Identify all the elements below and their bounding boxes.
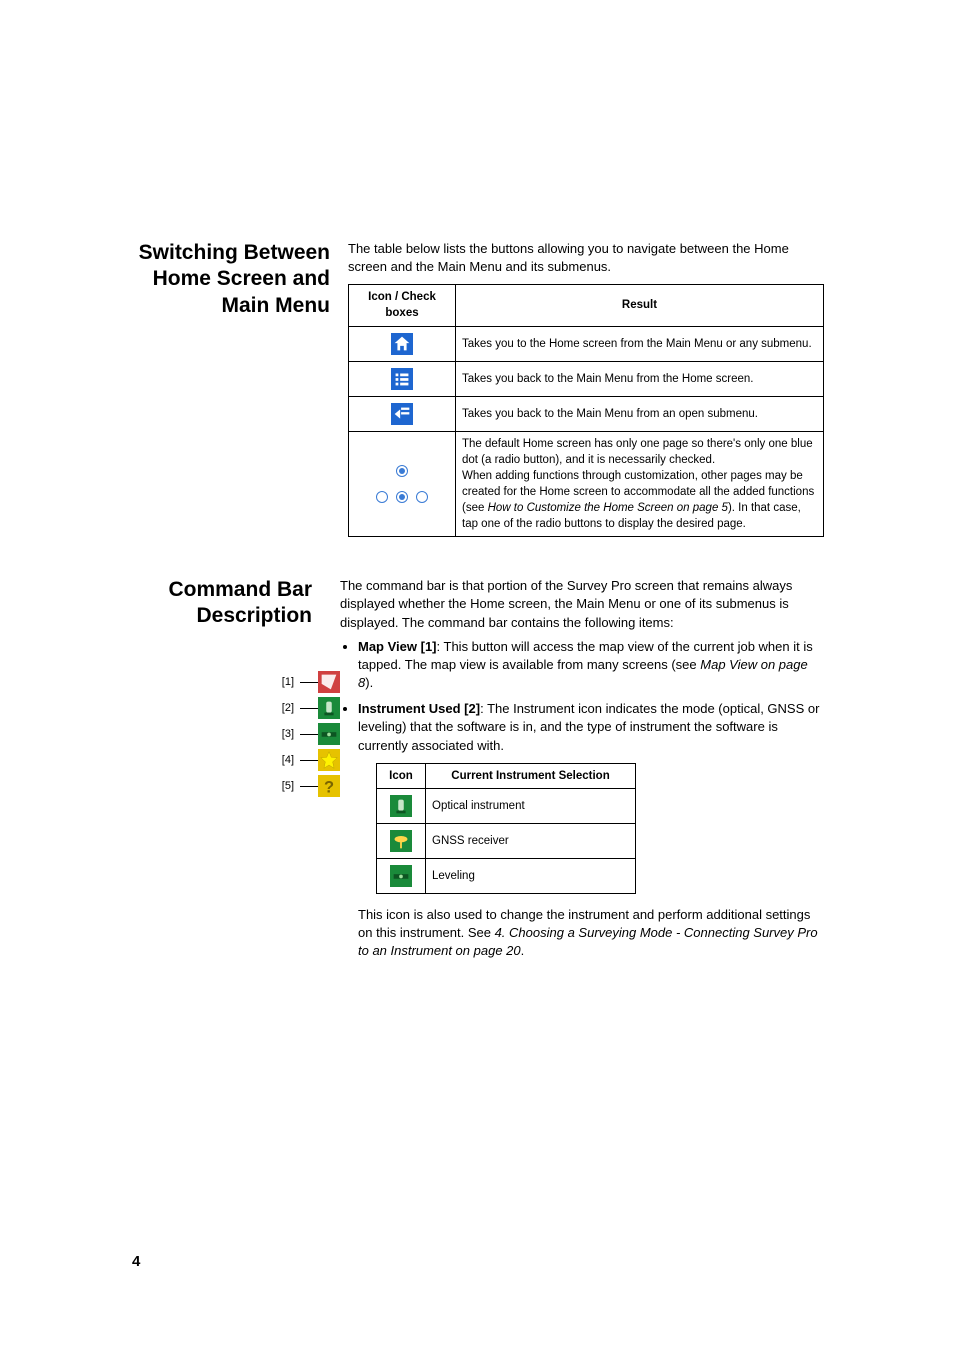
table-row: Takes you back to the Main Menu from an …: [349, 396, 824, 431]
radio-icon-cell: [349, 431, 456, 537]
section-switching: Switching Between Home Screen and Main M…: [130, 240, 824, 537]
table-row: Takes you to the Home screen from the Ma…: [349, 326, 824, 361]
instrument-icon: [318, 697, 340, 719]
leveling-icon-cell: [377, 858, 426, 893]
callout-stack: [1] [2] [3] [4] [5] ?: [282, 669, 340, 799]
optical-icon-cell: [377, 788, 426, 823]
bullet-list: Map View [1]: This button will access th…: [340, 638, 824, 961]
callout-5: [5] ?: [282, 773, 340, 799]
star-icon: [318, 749, 340, 771]
home-icon: [391, 333, 413, 355]
heading-commandbar: Command Bar Description: [130, 577, 330, 630]
intro-switching: The table below lists the buttons allowi…: [348, 240, 824, 276]
instr-para2: This icon is also used to change the ins…: [358, 906, 824, 961]
callout-2: [2]: [282, 695, 340, 721]
help-icon: ?: [318, 775, 340, 797]
optical-icon: [390, 795, 412, 817]
nav-result-1: Takes you to the Home screen from the Ma…: [456, 326, 824, 361]
instr-th-sel: Current Instrument Selection: [426, 763, 636, 788]
nav-result-2: Takes you back to the Main Menu from the…: [456, 361, 824, 396]
back-icon-cell: [349, 396, 456, 431]
instr-leveling: Leveling: [426, 858, 636, 893]
nav-th-icon: Icon / Check boxes: [349, 285, 456, 326]
home-icon-cell: [349, 326, 456, 361]
heading-switching: Switching Between Home Screen and Main M…: [130, 240, 348, 537]
callout-4: [4]: [282, 747, 340, 773]
list-icon: [391, 368, 413, 390]
table-row: Optical instrument: [377, 788, 636, 823]
nav-th-result: Result: [456, 285, 824, 326]
bullet-instrument: Instrument Used [2]: The Instrument icon…: [358, 700, 824, 960]
radio-empty-icon: [416, 491, 428, 503]
content-switching: The table below lists the buttons allowi…: [348, 240, 824, 537]
callouts-column: Command Bar Description [1] [2] [3] [4]: [130, 577, 340, 968]
radio-filled-icon: [396, 491, 408, 503]
table-row: Takes you back to the Main Menu from the…: [349, 361, 824, 396]
nav4-ital: How to Customize the Home Screen on page…: [488, 502, 728, 514]
gnss-icon: [390, 830, 412, 852]
callout-3: [3]: [282, 721, 340, 747]
radio-single-icon: [396, 465, 408, 477]
page-number: 4: [132, 1253, 140, 1270]
instrument-table: Icon Current Instrument Selection Optica…: [376, 763, 636, 894]
nav-result-4: The default Home screen has only one pag…: [456, 431, 824, 537]
nav-table: Icon / Check boxes Result Takes you to t…: [348, 284, 824, 537]
svg-text:?: ?: [324, 779, 334, 797]
radio-empty-icon: [376, 491, 388, 503]
list-icon-cell: [349, 361, 456, 396]
instr-gnss: GNSS receiver: [426, 823, 636, 858]
leveling-icon: [390, 865, 412, 887]
table-row: Leveling: [377, 858, 636, 893]
content-commandbar: The command bar is that portion of the S…: [340, 577, 824, 968]
bullet-mapview: Map View [1]: This button will access th…: [358, 638, 824, 693]
instr-th-icon: Icon: [377, 763, 426, 788]
map-view-icon: [318, 671, 340, 693]
instr-optical: Optical instrument: [426, 788, 636, 823]
table-row: GNSS receiver: [377, 823, 636, 858]
gnss-icon-cell: [377, 823, 426, 858]
nav-result-3: Takes you back to the Main Menu from an …: [456, 396, 824, 431]
back-arrow-icon: [391, 403, 413, 425]
intro-commandbar: The command bar is that portion of the S…: [340, 577, 824, 632]
leveling-callout-icon: [318, 723, 340, 745]
section-commandbar: Command Bar Description [1] [2] [3] [4]: [130, 577, 824, 968]
table-row: The default Home screen has only one pag…: [349, 431, 824, 537]
callout-1: [1]: [282, 669, 340, 695]
